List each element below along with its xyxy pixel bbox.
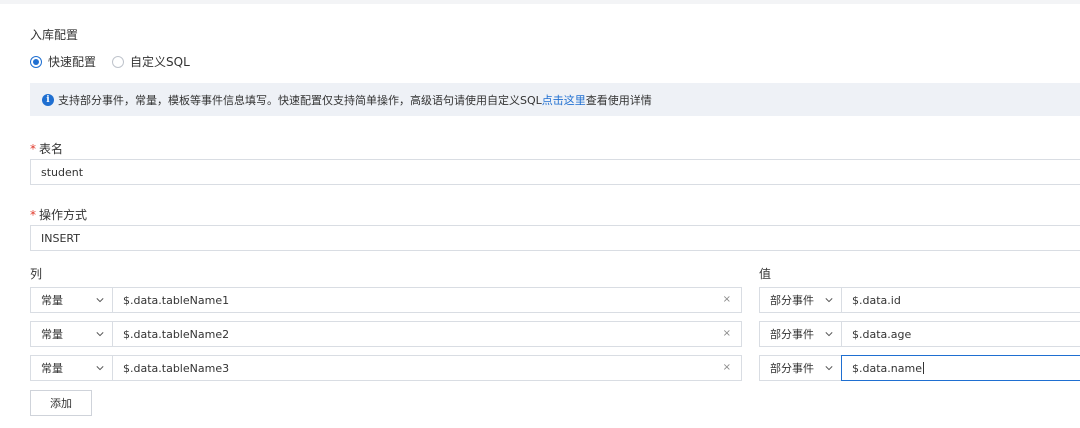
- operation-label: * 操作方式: [30, 206, 87, 223]
- chevron-down-icon: [96, 298, 104, 303]
- column-value: $.data.tableName3: [123, 361, 230, 375]
- column-type-select[interactable]: 常量: [30, 287, 113, 313]
- radio-checked-icon: [30, 55, 42, 68]
- column-type-value: 常量: [41, 294, 63, 307]
- clear-icon[interactable]: ×: [723, 294, 731, 305]
- value-type-select[interactable]: 部分事件: [759, 355, 842, 381]
- chevron-down-icon: [96, 366, 104, 371]
- value-text: $.data.name: [852, 361, 922, 375]
- operation-select[interactable]: INSERT: [30, 225, 1080, 251]
- top-bar: [0, 0, 1080, 4]
- info-banner: i 支持部分事件，常量，模板等事件信息填写。快速配置仅支持简单操作，高级语句请使…: [30, 83, 1080, 116]
- value-text: $.data.id: [852, 293, 901, 307]
- column-value: $.data.tableName2: [123, 327, 230, 341]
- info-text-tail: 查看使用详情: [585, 93, 652, 107]
- value-type-select[interactable]: 部分事件: [759, 287, 842, 313]
- radio-unchecked-icon: [112, 55, 125, 68]
- info-icon: i: [42, 93, 54, 106]
- value-type-value: 部分事件: [770, 362, 814, 375]
- column-value-input[interactable]: $.data.tableName2 ×: [112, 321, 742, 347]
- chevron-down-icon: [825, 366, 833, 371]
- table-name-input[interactable]: student: [30, 159, 1080, 185]
- chevron-down-icon: [825, 332, 833, 337]
- operation-label-text: 操作方式: [39, 208, 88, 222]
- radio-quick-config[interactable]: 快速配置: [30, 53, 96, 70]
- values-header: 值: [759, 267, 772, 281]
- column-type-value: 常量: [41, 362, 63, 375]
- info-link[interactable]: 点击这里: [542, 92, 586, 108]
- radio-custom-sql[interactable]: 自定义SQL: [112, 53, 190, 70]
- value-input[interactable]: $.data.age: [841, 321, 1080, 347]
- column-value: $.data.tableName1: [123, 293, 230, 307]
- columns-header: 列: [30, 267, 43, 281]
- value-input[interactable]: $.data.id: [841, 287, 1080, 313]
- text-caret: [922, 362, 924, 374]
- mode-radio-group: 快速配置 自定义SQL: [30, 53, 206, 70]
- info-text: 支持部分事件，常量，模板等事件信息填写。快速配置仅支持简单操作，高级语句请使用自…: [58, 93, 542, 107]
- chevron-down-icon: [96, 332, 104, 337]
- table-name-label: * 表名: [30, 140, 63, 157]
- column-type-value: 常量: [41, 328, 63, 341]
- value-type-value: 部分事件: [770, 294, 814, 307]
- value-input[interactable]: $.data.name: [841, 355, 1080, 381]
- radio-label: 自定义SQL: [130, 55, 190, 69]
- column-value-input[interactable]: $.data.tableName3 ×: [112, 355, 742, 381]
- table-name-label-text: 表名: [39, 142, 64, 156]
- section-title: 入库配置: [30, 28, 79, 42]
- clear-icon[interactable]: ×: [723, 328, 731, 339]
- value-type-value: 部分事件: [770, 328, 814, 341]
- clear-icon[interactable]: ×: [723, 362, 731, 373]
- add-button[interactable]: 添加: [30, 390, 92, 416]
- radio-label: 快速配置: [48, 55, 97, 69]
- column-value-input[interactable]: $.data.tableName1 ×: [112, 287, 742, 313]
- column-type-select[interactable]: 常量: [30, 355, 113, 381]
- column-type-select[interactable]: 常量: [30, 321, 113, 347]
- required-mark: *: [30, 142, 36, 156]
- value-type-select[interactable]: 部分事件: [759, 321, 842, 347]
- table-name-value: student: [41, 165, 84, 179]
- value-text: $.data.age: [852, 327, 912, 341]
- chevron-down-icon: [825, 298, 833, 303]
- operation-value: INSERT: [41, 231, 80, 245]
- required-mark: *: [30, 208, 36, 222]
